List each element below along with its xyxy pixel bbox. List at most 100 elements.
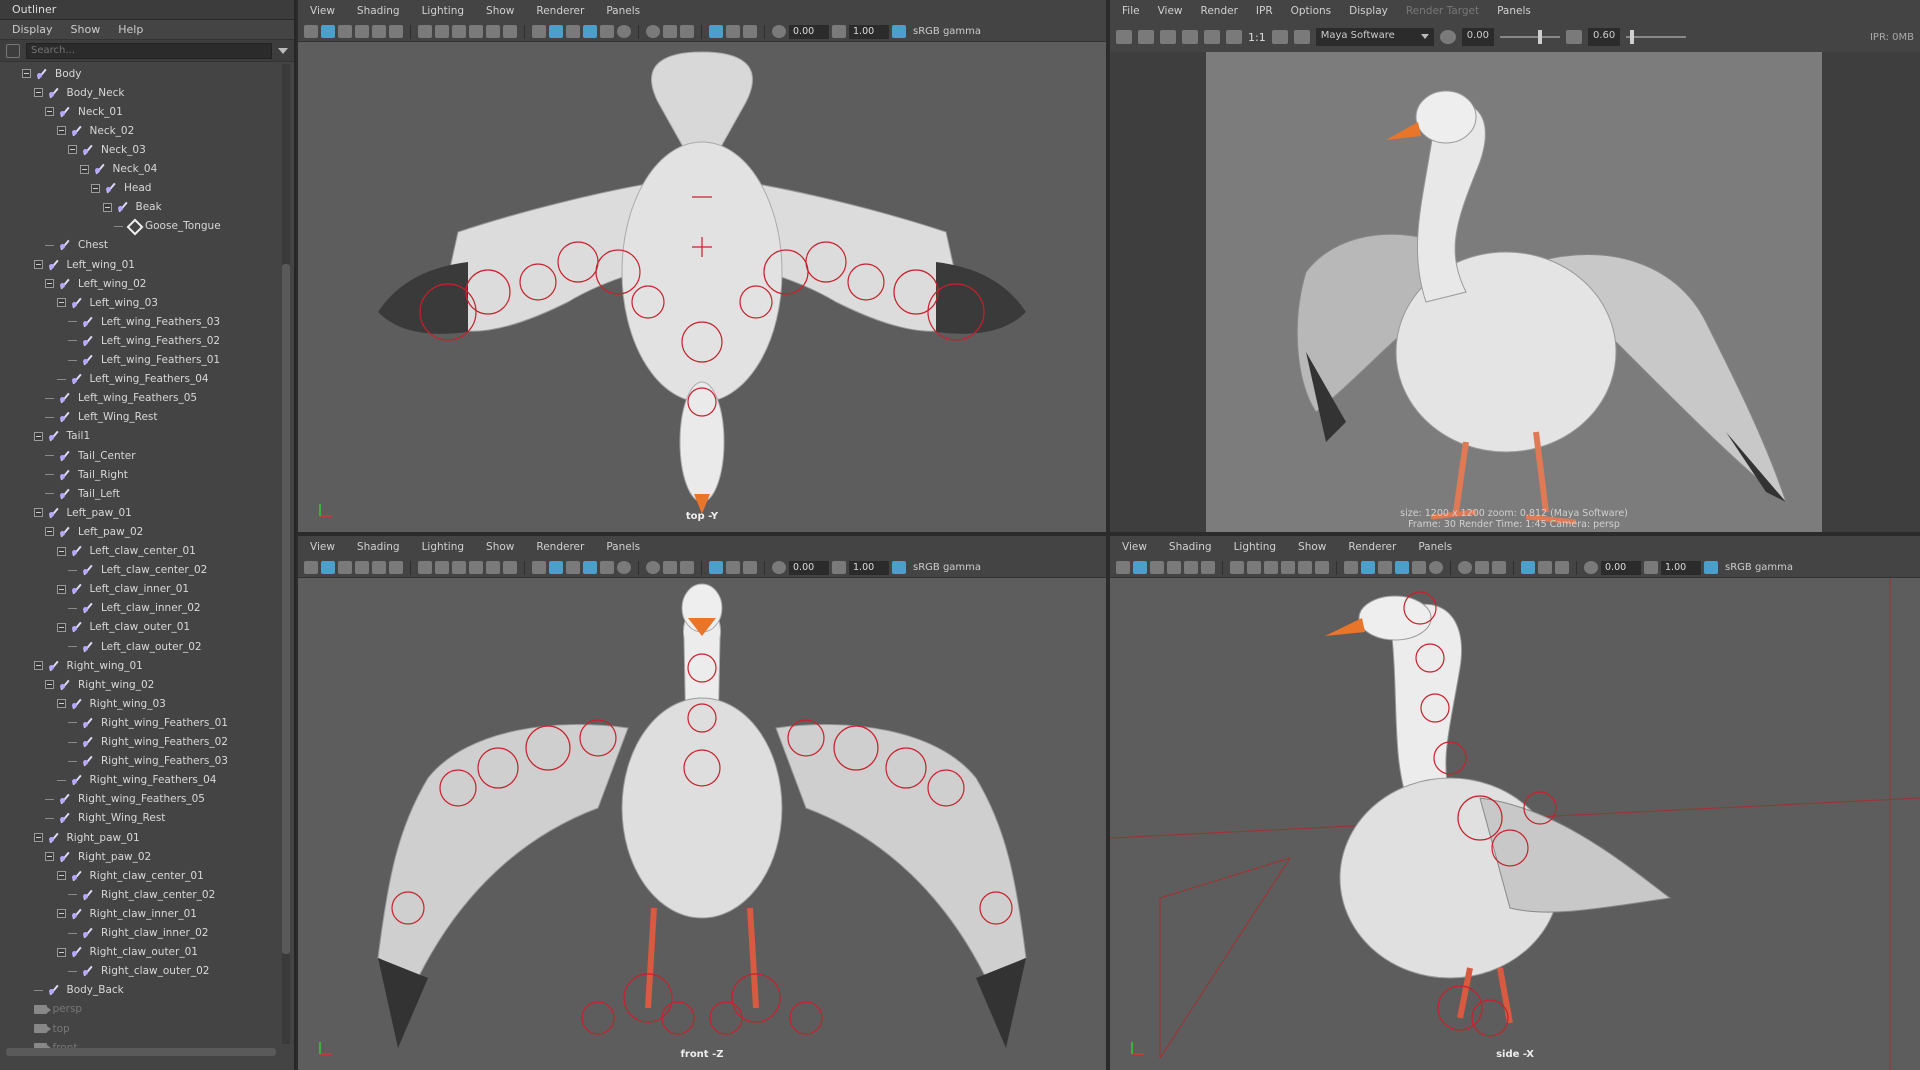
default-material-icon[interactable] [566, 25, 580, 38]
collapse-toggle-icon[interactable] [33, 431, 43, 441]
viewport-menu-renderer[interactable]: Renderer [536, 541, 584, 553]
outliner-item[interactable]: Neck_04 [79, 160, 157, 179]
gate-mask-icon[interactable] [1281, 561, 1295, 574]
outliner-item[interactable]: Left_wing_Feathers_04 [56, 370, 209, 389]
viewport-menu-lighting[interactable]: Lighting [422, 5, 464, 17]
viewport-side[interactable]: View Shading Lighting Show Renderer Panels 0.… [1110, 536, 1920, 1070]
outliner-item[interactable]: Left_wing_Feathers_01 [68, 351, 220, 370]
exposure-icon[interactable] [772, 561, 786, 574]
outliner-item[interactable]: top [33, 1019, 70, 1038]
outliner-item[interactable]: Left_claw_center_01 [56, 542, 196, 561]
gate-mask-icon[interactable] [469, 561, 483, 574]
viewport-menu-shading[interactable]: Shading [357, 541, 400, 553]
collapse-toggle-icon[interactable] [56, 699, 66, 709]
ratio-toggle[interactable]: 1:1 [1248, 31, 1266, 44]
grid-icon[interactable] [418, 561, 432, 574]
ambient-occlusion-icon[interactable] [646, 561, 660, 574]
render-menu-options[interactable]: Options [1291, 5, 1332, 17]
viewport-menu-panels[interactable]: Panels [606, 541, 640, 553]
grease-pencil-icon[interactable] [1201, 561, 1215, 574]
filter-icon[interactable] [6, 43, 20, 58]
exposure-field[interactable]: 0.00 [1461, 28, 1494, 46]
wireframe-icon[interactable] [532, 25, 546, 38]
viewport-menu-show[interactable]: Show [1298, 541, 1326, 553]
anti-aliasing-icon[interactable] [1492, 561, 1506, 574]
outliner-item[interactable]: Goose_Tongue [114, 217, 221, 236]
outliner-item[interactable]: Neck_02 [56, 121, 134, 140]
outliner-item[interactable]: Chest [45, 236, 108, 255]
viewport-menu-view[interactable]: View [310, 541, 335, 553]
outliner-item[interactable]: Left_claw_inner_01 [56, 580, 189, 599]
outliner-search-input[interactable] [26, 42, 272, 59]
safe-action-icon[interactable] [1315, 561, 1329, 574]
exposure-slider-knob[interactable] [1537, 30, 1542, 44]
outliner-item[interactable]: Right_wing_Feathers_05 [45, 790, 205, 809]
collapse-toggle-icon[interactable] [45, 279, 54, 289]
outliner-item[interactable]: Right_claw_inner_02 [68, 924, 208, 943]
outliner-item[interactable]: Left_wing_Feathers_03 [68, 312, 220, 331]
rgb-channels-icon[interactable] [1204, 30, 1220, 44]
outliner-item[interactable]: Head [91, 179, 151, 198]
xray-icon[interactable] [1538, 561, 1552, 574]
image-plane-icon[interactable] [372, 561, 386, 574]
collapse-toggle-icon[interactable] [22, 69, 31, 78]
smooth-shade-icon[interactable] [549, 561, 563, 574]
render-menu-render[interactable]: Render [1201, 5, 1238, 17]
render-frame-icon[interactable] [1116, 30, 1132, 44]
collapse-toggle-icon[interactable] [45, 680, 54, 690]
collapse-toggle-icon[interactable] [33, 833, 43, 842]
collapse-toggle-icon[interactable] [79, 164, 89, 174]
collapse-toggle-icon[interactable] [45, 527, 54, 537]
outliner-item[interactable]: Right_wing_Feathers_01 [68, 713, 228, 732]
remove-image-icon[interactable] [1293, 30, 1310, 44]
viewport-menu-renderer[interactable]: Renderer [536, 5, 584, 17]
render-menu-panels[interactable]: Panels [1497, 5, 1531, 17]
outliner-item[interactable]: Left_claw_inner_02 [68, 599, 201, 618]
collapse-toggle-icon[interactable] [33, 260, 43, 269]
collapse-toggle-icon[interactable] [45, 852, 54, 862]
collapse-toggle-icon[interactable] [33, 508, 43, 518]
xray-icon[interactable] [726, 561, 740, 574]
anti-aliasing-icon[interactable] [680, 25, 694, 38]
field-chart-icon[interactable] [486, 561, 500, 574]
select-camera-icon[interactable] [321, 561, 335, 574]
keep-image-icon[interactable] [1271, 30, 1288, 44]
outliner-item[interactable]: Left_wing_Feathers_02 [68, 331, 220, 350]
collapse-toggle-icon[interactable] [56, 546, 66, 556]
anti-aliasing-icon[interactable] [680, 561, 694, 574]
resolution-gate-icon[interactable] [1264, 561, 1278, 574]
outliner-item[interactable]: Right_claw_outer_02 [68, 962, 209, 981]
viewport-top[interactable]: View Shading Lighting Show Renderer Panels 0.… [298, 0, 1106, 532]
render-region-icon[interactable] [1138, 30, 1154, 44]
textured-icon[interactable] [583, 561, 597, 574]
camera-icon[interactable] [1116, 561, 1130, 574]
outliner-item[interactable]: Tail_Center [45, 446, 136, 465]
motion-blur-icon[interactable] [663, 561, 677, 574]
lock-camera-icon[interactable] [338, 25, 352, 38]
film-gate-icon[interactable] [435, 25, 449, 38]
outliner-item[interactable]: Body [22, 64, 82, 83]
viewport-menu-shading[interactable]: Shading [1169, 541, 1212, 553]
resolution-gate-icon[interactable] [452, 25, 466, 38]
alpha-channel-icon[interactable] [1226, 30, 1242, 44]
outliner-item[interactable]: Neck_01 [45, 102, 123, 121]
collapse-toggle-icon[interactable] [56, 947, 66, 957]
use-lights-icon[interactable] [600, 25, 614, 38]
use-lights-icon[interactable] [1412, 561, 1426, 574]
outliner-item[interactable]: Left_paw_01 [33, 503, 132, 522]
xray-joints-icon[interactable] [1555, 561, 1569, 574]
textured-icon[interactable] [1395, 561, 1409, 574]
exposure-field[interactable]: 0.00 [789, 560, 829, 575]
viewport-menu-show[interactable]: Show [486, 5, 514, 17]
collapse-toggle-icon[interactable] [56, 298, 66, 308]
outliner-item[interactable]: Beak [102, 198, 162, 217]
collapse-toggle-icon[interactable] [56, 909, 66, 919]
outliner-menu-show[interactable]: Show [71, 23, 101, 36]
outliner-item[interactable]: Left_wing_02 [45, 274, 146, 293]
outliner-item[interactable]: Right_Wing_Rest [45, 809, 165, 828]
gamma-icon[interactable] [1644, 561, 1658, 574]
outliner-item[interactable]: Left_claw_outer_02 [68, 637, 202, 656]
collapse-toggle-icon[interactable] [56, 622, 66, 632]
exposure-icon[interactable] [1439, 30, 1456, 44]
scrollbar-thumb[interactable] [282, 264, 290, 954]
